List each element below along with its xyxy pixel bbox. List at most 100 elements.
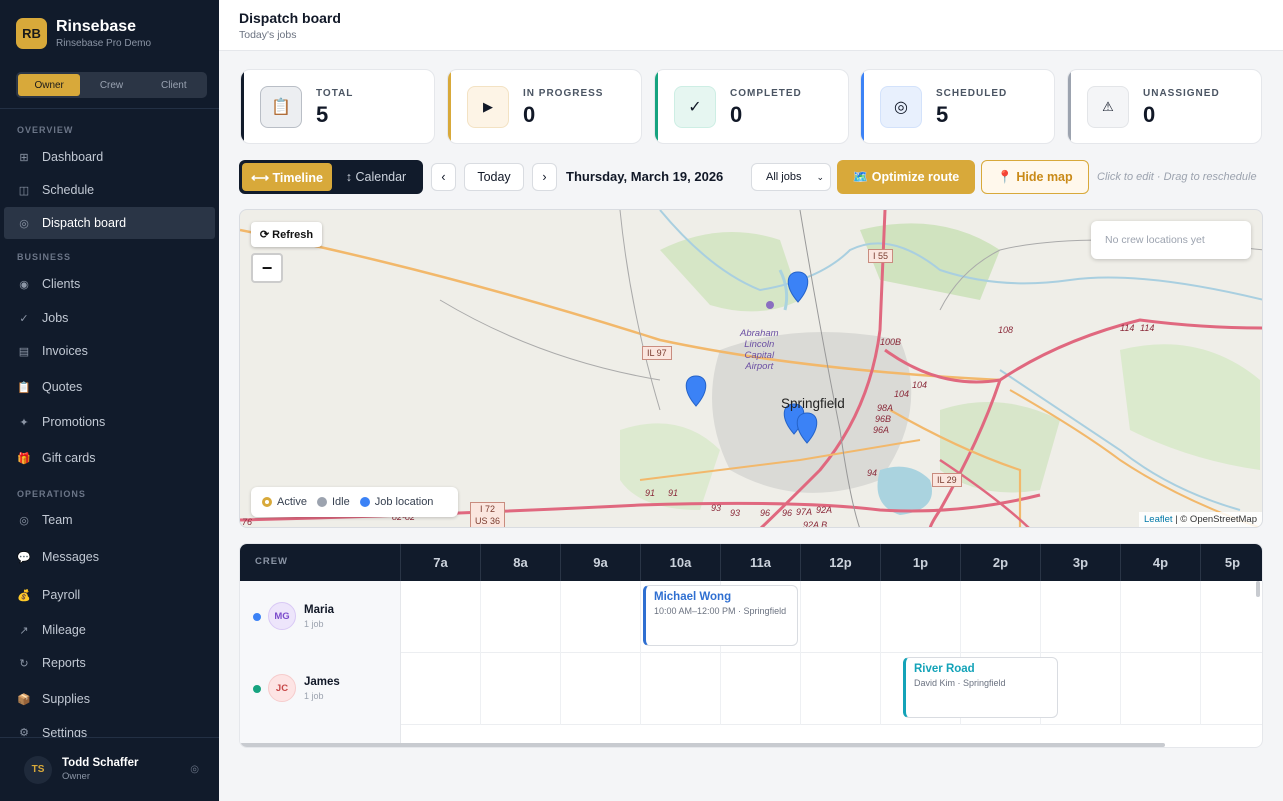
job-card[interactable]: River Road David Kim · Springfield (903, 657, 1058, 718)
role-crew-button[interactable]: Crew (80, 74, 142, 96)
optimize-route-button[interactable]: 🗺️ Optimize route (837, 160, 975, 194)
target-icon: ◎ (880, 86, 922, 128)
role-owner-button[interactable]: Owner (18, 74, 81, 96)
user-profile[interactable]: TS Todd Schaffer Owner ◎ (0, 737, 219, 801)
crew-member: MG Maria 1 job (240, 581, 401, 653)
time-slot[interactable] (800, 653, 880, 725)
time-slot[interactable] (880, 581, 960, 653)
play-icon: ▶ (467, 86, 509, 128)
sidebar-item-dispatch-board[interactable]: ◎ Dispatch board (4, 207, 215, 239)
crew-name: Maria (304, 604, 335, 616)
job-location-marker[interactable] (787, 271, 809, 303)
map-exit-label: 114 (1140, 323, 1155, 333)
avatar: MG (268, 602, 296, 630)
time-slot[interactable] (480, 653, 560, 725)
brand[interactable]: RB Rinsebase Rinsebase Pro Demo (16, 18, 151, 49)
sidebar-item-settings[interactable]: ⚙ Settings (4, 718, 215, 737)
legend-swatch (316, 497, 327, 507)
sidebar-item-reports[interactable]: ↻ Reports (4, 647, 215, 679)
horizontal-scrollbar[interactable] (240, 743, 1165, 747)
stat-value: 5 (316, 102, 329, 127)
hour-header: 4p (1120, 544, 1200, 581)
dispatch-timeline: CREW 7a 8a 9a 10a 11a 12p 1p 2p 3p 4p 5p… (239, 543, 1263, 748)
leaflet-link[interactable]: Leaflet (1144, 514, 1173, 525)
sidebar-item-jobs[interactable]: ✓ Jobs (4, 302, 215, 334)
sidebar-item-label: Payroll (42, 588, 81, 602)
sidebar-item-payroll[interactable]: 💰 Payroll (4, 579, 215, 611)
stat-accent (448, 70, 451, 143)
sidebar-item-messages[interactable]: 💬 Messages (4, 541, 215, 573)
time-slot[interactable] (1040, 581, 1120, 653)
airport-icon (766, 301, 774, 309)
sidebar-item-supplies[interactable]: 📦 Supplies (4, 683, 215, 715)
chat-icon: 💬 (17, 551, 31, 564)
time-slot[interactable] (720, 653, 800, 725)
crew-row: JC James 1 job River Road David Kim · Sp… (240, 653, 1262, 725)
role-client-button[interactable]: Client (143, 74, 205, 96)
sidebar-item-label: Dashboard (42, 150, 104, 164)
sidebar-item-label: Invoices (42, 344, 88, 358)
current-date: Thursday, March 19, 2026 (566, 169, 724, 184)
settings-icon[interactable]: ◎ (190, 764, 199, 775)
timeline-header: CREW 7a 8a 9a 10a 11a 12p 1p 2p 3p 4p 5p (240, 544, 1262, 581)
sidebar-item-promotions[interactable]: ✦ Promotions (4, 406, 215, 438)
sidebar-item-invoices[interactable]: ▤ Invoices (4, 335, 215, 367)
tab-timeline[interactable]: ⟷ Timeline (242, 163, 332, 191)
crew-job-count: 1 job (304, 691, 324, 701)
today-button[interactable]: Today (464, 163, 524, 191)
sparkle-icon: ✦ (19, 416, 29, 429)
sidebar-item-mileage[interactable]: ↗ Mileage (4, 614, 215, 646)
person-icon: ◉ (19, 278, 29, 291)
time-slot[interactable] (560, 581, 640, 653)
map-exit-label: 96 (760, 508, 771, 518)
time-slot[interactable] (640, 653, 720, 725)
time-slot[interactable] (1200, 653, 1262, 725)
sidebar-item-quotes[interactable]: 📋 Quotes (4, 371, 215, 403)
map-zoom-out-button[interactable]: − (251, 253, 283, 283)
sidebar-item-label: Gift cards (42, 451, 96, 465)
sidebar-item-team[interactable]: ◎ Team (4, 504, 215, 536)
sidebar-item-schedule[interactable]: ◫ Schedule (4, 174, 215, 206)
sidebar-item-dashboard[interactable]: ⊞ Dashboard (4, 141, 215, 173)
crew-member: JC James 1 job (240, 653, 401, 725)
warning-icon: ⚠ (1087, 86, 1129, 128)
hour-header: 11a (720, 544, 800, 581)
time-slot[interactable] (560, 653, 640, 725)
legend-swatch (359, 497, 370, 507)
time-slot[interactable] (1120, 653, 1200, 725)
map-exit-label: 93 (730, 508, 741, 518)
nav-section-overview: OVERVIEW (17, 125, 74, 135)
job-card[interactable]: Michael Wong 10:00 AM–12:00 PM · Springf… (643, 585, 798, 646)
map-exit-label: 97A (796, 507, 813, 517)
hide-map-button[interactable]: 📍 Hide map (981, 160, 1089, 194)
stat-accent (241, 70, 244, 143)
dispatch-map[interactable]: Springfield Abraham Lincoln Capital Airp… (239, 209, 1263, 528)
legend-idle: Idle (316, 496, 350, 508)
map-refresh-button[interactable]: ⟳ Refresh (251, 222, 322, 247)
next-day-button[interactable]: › (532, 163, 557, 191)
map-attribution: Leaflet | © OpenStreetMap (1139, 512, 1262, 527)
sidebar-item-gift-cards[interactable]: 🎁 Gift cards (4, 442, 215, 474)
map-exit-label: 92A (816, 505, 833, 515)
job-filter-select[interactable]: All jobs ⌄ (751, 163, 831, 191)
job-location-marker[interactable] (796, 412, 818, 444)
hour-header: 7a (400, 544, 480, 581)
osm-attribution[interactable]: | © OpenStreetMap (1175, 514, 1257, 525)
time-slot[interactable] (800, 581, 880, 653)
time-slot[interactable] (960, 581, 1040, 653)
time-slot[interactable] (480, 581, 560, 653)
map-airport-label: Abraham Lincoln Capital Airport (740, 328, 779, 372)
stat-card-unassigned: ⚠ UNASSIGNED 0 (1067, 69, 1262, 144)
prev-day-button[interactable]: ‹ (431, 163, 456, 191)
tab-calendar[interactable]: ↕ Calendar (332, 163, 420, 191)
time-slot[interactable] (1200, 581, 1262, 653)
crew-column-header: CREW (255, 556, 289, 567)
job-location-marker[interactable] (685, 375, 707, 407)
map-exit-label: 91 (645, 488, 656, 498)
stat-card-total: 📋 TOTAL 5 (240, 69, 435, 144)
sidebar-item-clients[interactable]: ◉ Clients (4, 268, 215, 300)
vertical-scrollbar[interactable] (1256, 581, 1260, 597)
stat-card-scheduled: ◎ SCHEDULED 5 (860, 69, 1055, 144)
time-slot[interactable] (1120, 581, 1200, 653)
divider (0, 108, 219, 109)
